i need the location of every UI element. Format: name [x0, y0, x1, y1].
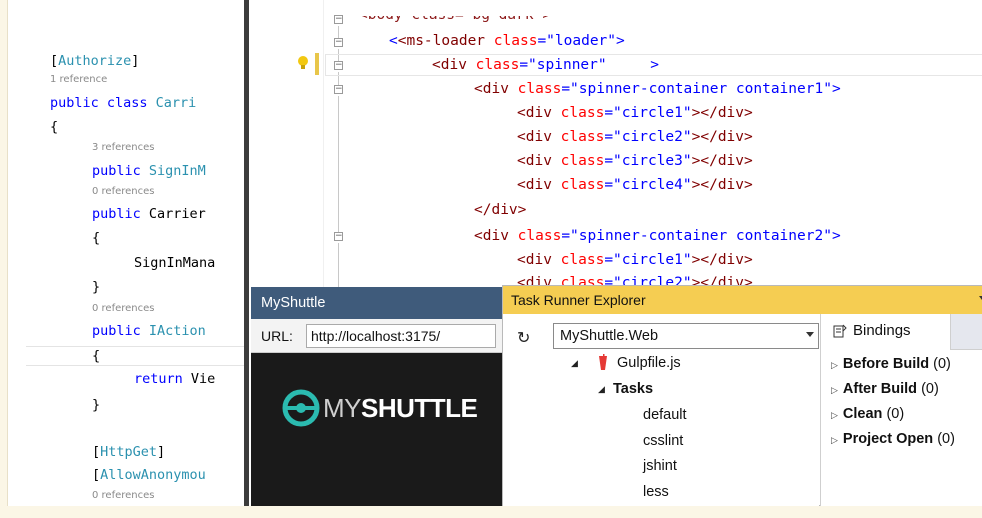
code-line: [Authorize]: [50, 53, 140, 69]
expand-triangle-icon[interactable]: ◢: [598, 385, 605, 395]
panel-title[interactable]: Task Runner Explorer: [503, 286, 982, 314]
collapsed-triangle-icon: ▷: [831, 386, 838, 396]
tree-item-gulpfile[interactable]: Gulpfile.js: [617, 352, 681, 374]
window-title[interactable]: MyShuttle: [251, 287, 511, 319]
code-line: SignInMana: [134, 255, 216, 271]
binding-after-build[interactable]: ▷ After Build (0): [831, 378, 939, 402]
code-line: return Vie: [134, 371, 216, 387]
binding-before-build[interactable]: ▷ Before Build (0): [831, 353, 951, 377]
codelens-references[interactable]: 1 reference: [50, 74, 107, 86]
code-line: <<ms-loader class="loader">: [389, 33, 625, 49]
bindings-icon: [833, 324, 847, 338]
tree-item-task[interactable]: default: [643, 404, 687, 426]
code-line: <div class="circle1"></div>: [517, 105, 753, 121]
code-line: }: [92, 279, 101, 295]
code-line: <div class="spinner-container container1…: [474, 81, 841, 97]
code-line: <div class="circle4"></div>: [517, 177, 753, 193]
code-line: <div class="spinner" >: [432, 57, 660, 73]
tab-bindings[interactable]: Bindings: [821, 314, 951, 350]
tree-item-task[interactable]: jshint: [643, 455, 677, 477]
page-margin: [0, 506, 982, 518]
fold-toggle[interactable]: −: [334, 15, 343, 24]
codelens-references[interactable]: 0 references: [92, 303, 155, 315]
code-line: <div class="spinner-container container2…: [474, 228, 841, 244]
url-bar: URL: http://localhost:3175/: [251, 319, 511, 353]
project-dropdown[interactable]: MyShuttle.Web: [553, 323, 819, 349]
expand-triangle-icon[interactable]: ◢: [571, 359, 578, 369]
refresh-icon[interactable]: ↻: [517, 328, 530, 347]
chevron-down-icon[interactable]: [806, 332, 814, 337]
binding-clean[interactable]: ▷ Clean (0): [831, 403, 904, 427]
code-line: </div>: [474, 202, 527, 218]
codelens-references[interactable]: 3 references: [92, 142, 155, 154]
collapsed-triangle-icon: ▷: [831, 411, 838, 421]
screenshot-frame: [Authorize] 1 reference public class Car…: [7, 0, 982, 518]
url-input[interactable]: http://localhost:3175/: [306, 324, 496, 348]
myshuttle-browser-window[interactable]: MyShuttle URL: http://localhost:3175/ MY…: [251, 287, 511, 506]
collapsed-triangle-icon: ▷: [831, 361, 838, 371]
url-label: URL:: [261, 328, 293, 344]
task-runner-explorer[interactable]: Task Runner Explorer ↻ MyShuttle.Web ◢ G…: [502, 285, 982, 507]
tree-item-task[interactable]: less: [643, 481, 669, 503]
browser-content: MYSHUTTLE: [251, 353, 511, 506]
code-line: {: [50, 119, 59, 135]
code-line: public IAction: [92, 323, 206, 339]
lightbulb-icon[interactable]: [297, 55, 309, 71]
myshuttle-logo-icon: [282, 389, 320, 427]
code-line: <div class="circle1"></div>: [517, 252, 753, 268]
code-line: [HttpGet]: [92, 444, 166, 460]
code-line: {: [92, 348, 101, 364]
fold-toggle[interactable]: −: [334, 38, 343, 47]
current-line-highlight: [26, 346, 253, 366]
change-marker: [315, 53, 319, 75]
tab-strip-filler: [951, 314, 982, 350]
collapsed-triangle-icon: ▷: [831, 436, 838, 446]
code-line: {: [92, 230, 101, 246]
code-line: [AllowAnonymou: [92, 467, 206, 483]
csharp-editor[interactable]: [Authorize] 1 reference public class Car…: [8, 0, 253, 506]
code-line: }: [92, 397, 101, 413]
codelens-references[interactable]: 0 references: [92, 490, 155, 502]
code-line-partial: <body class="bg-dark">: [359, 7, 552, 23]
myshuttle-logo-text: MYSHUTTLE: [323, 393, 478, 423]
code-line: public class Carri: [50, 95, 197, 111]
fold-toggle[interactable]: −: [334, 232, 343, 241]
tree-item-tasks[interactable]: Tasks: [613, 378, 653, 400]
bindings-panel: Bindings ▷ Before Build (0) ▷ After Build …: [820, 314, 982, 507]
code-line: public SignInM: [92, 163, 206, 179]
tree-item-task[interactable]: csslint: [643, 430, 683, 452]
code-line: <div class="circle2"></div>: [517, 129, 753, 145]
fold-toggle[interactable]: −: [334, 85, 343, 94]
gulp-icon: [599, 354, 607, 370]
codelens-references[interactable]: 0 references: [92, 186, 155, 198]
code-line: public Carrier: [92, 206, 206, 222]
code-line: <div class="circle3"></div>: [517, 153, 753, 169]
binding-project-open[interactable]: ▷ Project Open (0): [831, 428, 955, 452]
